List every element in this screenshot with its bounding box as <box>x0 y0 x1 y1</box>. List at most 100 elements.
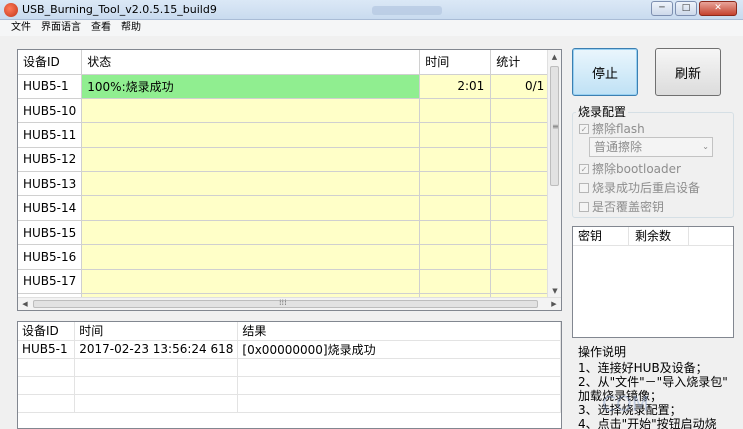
device-status <box>81 122 421 148</box>
table-row[interactable]: HUB5-10 <box>18 98 552 124</box>
reboot-after-label: 烧录成功后重启设备 <box>592 181 701 195</box>
scroll-up-icon[interactable]: ▲ <box>548 50 561 64</box>
col-device-id[interactable]: 设备ID <box>18 50 83 75</box>
checkbox-checked-icon[interactable]: ✓ <box>579 163 589 174</box>
device-count <box>490 147 552 173</box>
erase-flash-label: 擦除flash <box>592 122 645 136</box>
device-count <box>490 244 552 270</box>
refresh-button[interactable]: 刷新 <box>655 48 721 96</box>
keys-col-key[interactable]: 密钥 <box>573 227 629 245</box>
table-row[interactable]: HUB5-16 <box>18 244 552 270</box>
stop-button[interactable]: 停止 <box>572 48 638 96</box>
device-status: 100%:烧录成功 <box>81 74 421 99</box>
keys-list[interactable]: 密钥 剩余数 <box>572 226 734 338</box>
vertical-scrollbar[interactable]: ▲ ≡ ▼ <box>547 50 561 298</box>
device-status <box>81 171 421 197</box>
device-time: 2:01 <box>419 74 492 99</box>
device-status <box>81 269 421 295</box>
device-id: HUB5-15 <box>18 220 83 246</box>
scroll-left-icon[interactable]: ◀ <box>18 298 32 310</box>
device-id: HUB5-11 <box>18 122 83 148</box>
erase-mode-select[interactable]: 普通擦除 ⌄ <box>589 137 713 157</box>
table-row[interactable]: HUB5-11 <box>18 122 552 148</box>
checkbox-icon[interactable] <box>579 182 589 193</box>
col-status[interactable]: 状态 <box>81 50 421 75</box>
erase-bootloader-option[interactable]: ✓ 擦除bootloader <box>579 160 681 177</box>
chevron-down-icon: ⌄ <box>702 142 709 151</box>
device-status <box>81 244 421 270</box>
keys-col-remaining[interactable]: 剩余数 <box>629 227 689 245</box>
menu-bar: 文件 界面语言 查看 帮助 <box>0 20 743 36</box>
device-id: HUB5-14 <box>18 195 83 221</box>
table-row[interactable]: HUB5-17 <box>18 269 552 295</box>
log-grid[interactable]: 设备ID 时间 结果 HUB5-1 2017-02-23 13:56:24 61… <box>17 321 562 429</box>
checkbox-checked-icon[interactable]: ✓ <box>579 123 589 134</box>
horizontal-scrollbar[interactable]: ◀ ⁞⁞⁞ ▶ <box>18 297 561 310</box>
device-status <box>81 98 421 124</box>
device-count <box>490 122 552 148</box>
log-col-result[interactable]: 结果 <box>237 322 561 341</box>
col-count[interactable]: 统计 <box>490 50 552 75</box>
device-id: HUB5-12 <box>18 147 83 173</box>
col-time[interactable]: 时间 <box>419 50 492 75</box>
table-row[interactable]: HUB5-13 <box>18 171 552 197</box>
overwrite-key-option[interactable]: 是否覆盖密钥 <box>579 198 664 215</box>
log-col-time[interactable]: 时间 <box>74 322 239 341</box>
grid-header: 设备ID 状态 时间 统计 <box>18 50 552 75</box>
erase-mode-value: 普通擦除 <box>594 140 643 154</box>
help-line: 4、点击"开始"按钮启动烧 <box>578 417 717 429</box>
device-time <box>419 244 492 270</box>
log-header: 设备ID 时间 结果 <box>18 322 561 341</box>
overwrite-key-label: 是否覆盖密钥 <box>592 200 665 214</box>
device-status <box>81 220 421 246</box>
device-id: HUB5-10 <box>18 98 83 124</box>
device-grid[interactable]: 设备ID 状态 时间 统计 HUB5-1 100%:烧录成功 2:01 0/1 … <box>17 49 562 311</box>
table-row[interactable]: HUB5-15 <box>18 220 552 246</box>
menu-help[interactable]: 帮助 <box>118 20 144 36</box>
help-title: 操作说明 <box>578 345 627 359</box>
device-count <box>490 98 552 124</box>
menu-language[interactable]: 界面语言 <box>38 20 84 36</box>
minimize-button[interactable]: ─ <box>651 1 673 16</box>
log-row[interactable]: HUB5-1 2017-02-23 13:56:24 618 [0x000000… <box>18 340 561 359</box>
device-time <box>419 269 492 295</box>
scroll-right-icon[interactable]: ▶ <box>547 298 561 310</box>
scroll-down-icon[interactable]: ▼ <box>548 284 561 298</box>
erase-flash-option[interactable]: ✓ 擦除flash <box>579 120 645 137</box>
device-id: HUB5-16 <box>18 244 83 270</box>
maximize-button[interactable]: □ <box>675 1 697 16</box>
device-id: HUB5-1 <box>18 74 83 99</box>
device-count <box>490 269 552 295</box>
table-row[interactable]: HUB5-14 <box>18 195 552 221</box>
device-time <box>419 98 492 124</box>
reboot-after-option[interactable]: 烧录成功后重启设备 <box>579 179 700 196</box>
device-time <box>419 171 492 197</box>
burn-config-title: 烧录配置 <box>576 103 629 120</box>
device-count <box>490 195 552 221</box>
close-button[interactable]: ✕ <box>699 1 737 16</box>
device-time <box>419 195 492 221</box>
device-id: HUB5-17 <box>18 269 83 295</box>
device-count <box>490 171 552 197</box>
device-id: HUB5-13 <box>18 171 83 197</box>
device-count: 0/1 <box>490 74 552 99</box>
device-status <box>81 147 421 173</box>
title-blur <box>372 6 442 15</box>
title-bar: USB_Burning_Tool_v2.0.5.15_build9 ─ □ ✕ <box>0 0 743 20</box>
table-row[interactable]: HUB5-1 100%:烧录成功 2:01 0/1 <box>18 74 552 99</box>
device-time <box>419 220 492 246</box>
scroll-thumb[interactable]: ≡ <box>550 66 559 186</box>
device-count <box>490 220 552 246</box>
device-time <box>419 147 492 173</box>
menu-file[interactable]: 文件 <box>8 20 34 36</box>
log-time: 2017-02-23 13:56:24 618 <box>74 340 239 359</box>
window-title: USB_Burning_Tool_v2.0.5.15_build9 <box>22 3 217 16</box>
erase-bootloader-label: 擦除bootloader <box>592 162 681 176</box>
hscroll-thumb[interactable]: ⁞⁞⁞ <box>33 298 538 308</box>
device-status <box>81 195 421 221</box>
log-col-device-id[interactable]: 设备ID <box>18 322 76 341</box>
app-icon <box>4 3 18 17</box>
menu-view[interactable]: 查看 <box>88 20 114 36</box>
table-row[interactable]: HUB5-12 <box>18 147 552 173</box>
checkbox-icon[interactable] <box>579 201 589 212</box>
